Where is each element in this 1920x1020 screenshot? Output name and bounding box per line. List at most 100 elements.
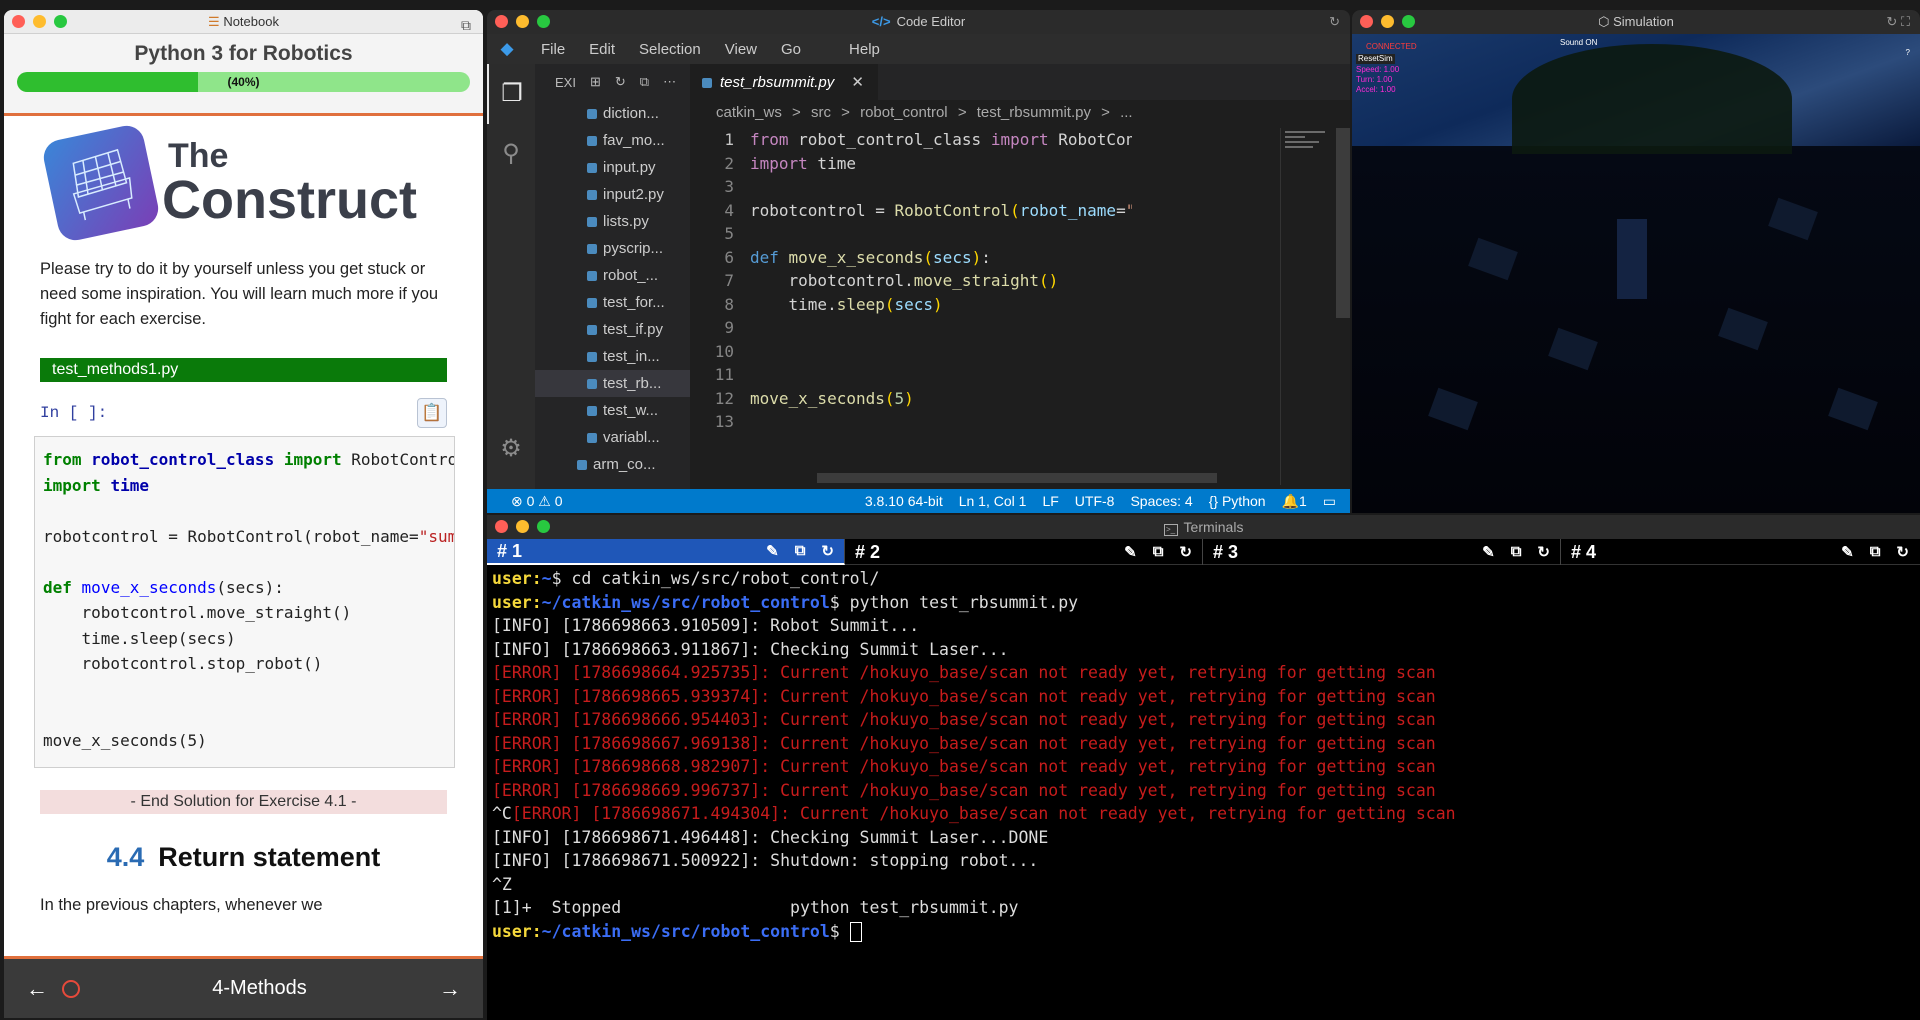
status-python-version[interactable]: 3.8.10 64-bit [865,489,943,513]
file-item[interactable]: diction... [535,100,690,127]
file-item[interactable]: robot_... [535,262,690,289]
terminal-tab-2[interactable]: # 2 ✎ ⧉ ↻ [845,539,1203,565]
code-line[interactable]: 1 from robot_control_class import RobotCo… [690,128,1132,152]
breadcrumb-item[interactable]: ... [1120,104,1133,121]
pencil-icon[interactable]: ✎ [1841,543,1854,561]
code-line[interactable]: 9 [690,316,1132,340]
close-window-button[interactable] [1360,15,1373,28]
search-icon[interactable]: ⚲ [487,124,535,184]
reload-icon[interactable]: ↻ [1329,10,1340,34]
breadcrumb-item[interactable]: test_rbsummit.py [977,104,1091,121]
status-notifications[interactable]: 🔔1 [1282,489,1307,513]
file-item-selected[interactable]: test_rb... [535,370,690,397]
file-item[interactable]: fav_mo... [535,127,690,154]
explorer-files-icon[interactable]: ❐ [487,64,535,124]
collapse-icon[interactable]: ⧉ [640,74,649,90]
reload-icon[interactable]: ↻ [1537,543,1550,561]
problems-count[interactable]: ⊗ 0 ⚠ 0 [511,489,563,513]
code-line[interactable]: 8 time.sleep(secs) [690,293,1132,317]
menu-file[interactable]: File [541,41,565,58]
file-item[interactable]: test_if.py [535,316,690,343]
popout-icon[interactable]: ⧉ [795,542,806,560]
status-eol[interactable]: LF [1042,489,1058,513]
code-line[interactable]: 5 [690,222,1132,246]
popout-icon[interactable]: ⧉ [1870,543,1881,561]
code-area[interactable]: 1 from robot_control_class import RobotCo… [690,128,1132,483]
tab-test-rbsummit[interactable]: test_rbsummit.py ✕ [690,64,878,100]
minimap[interactable] [1280,128,1336,485]
file-item[interactable]: pyscrip... [535,235,690,262]
help-button[interactable]: ? [1906,48,1910,58]
menu-view[interactable]: View [725,41,757,58]
maximize-window-button[interactable] [537,520,550,533]
previous-arrow-icon[interactable]: ← [26,976,48,1002]
vertical-scrollbar[interactable] [1336,128,1350,318]
popout-icon[interactable]: ⧉ [1511,543,1522,561]
terminal-tab-4[interactable]: # 4 ✎ ⧉ ↻ [1561,539,1919,565]
minimize-window-button[interactable] [516,520,529,533]
next-arrow-icon[interactable]: → [439,976,461,1002]
close-window-button[interactable] [12,15,25,28]
file-item[interactable]: lists.py [535,208,690,235]
pencil-icon[interactable]: ✎ [1124,543,1137,561]
gear-icon[interactable]: ⚙ [487,419,535,479]
notebook-content[interactable]: The Construct Please try to do it by you… [4,119,483,956]
solution-code-cell[interactable]: from robot_control_class import RobotCon… [34,436,455,768]
folder-item[interactable]: arm_co... [535,451,690,478]
reload-icon[interactable]: ↻ [1179,543,1192,561]
reload-icon[interactable]: ↻ ⛶ [1886,10,1910,34]
menu-edit[interactable]: Edit [589,41,615,58]
status-encoding[interactable]: UTF-8 [1075,489,1115,513]
refresh-icon[interactable]: ↻ [615,74,626,90]
close-window-button[interactable] [495,15,508,28]
status-circle-icon[interactable] [62,979,80,998]
status-cursor-position[interactable]: Ln 1, Col 1 [959,489,1027,513]
minimize-window-button[interactable] [1381,15,1394,28]
code-line[interactable]: 2 import time [690,152,1132,176]
copy-code-button[interactable]: 📋 [417,398,447,428]
terminal-tab-1[interactable]: # 1 ✎ ⧉ ↻ [487,539,845,565]
code-line[interactable]: 11 [690,363,1132,387]
terminal-output[interactable]: user:~$ cd catkin_ws/src/robot_control/u… [487,565,1920,945]
pencil-icon[interactable]: ✎ [1482,543,1495,561]
maximize-window-button[interactable] [1402,15,1415,28]
reload-icon[interactable]: ↻ [821,542,834,560]
more-icon[interactable]: ⋯ [663,74,676,90]
maximize-window-button[interactable] [54,15,67,28]
menu-selection[interactable]: Selection [639,41,701,58]
file-item[interactable]: test_w... [535,397,690,424]
file-item[interactable]: input.py [535,154,690,181]
simulation-viewport[interactable]: CONNECTED ResetSim Speed: 1.00 Turn: 1.0… [1352,34,1920,513]
external-link-icon[interactable]: ⧉ [461,13,471,37]
code-line[interactable]: 7 robotcontrol.move_straight() [690,269,1132,293]
code-line[interactable]: 4 robotcontrol = RobotControl(robot_name=… [690,199,1132,223]
file-item[interactable]: test_for... [535,289,690,316]
breadcrumb-item[interactable]: robot_control [860,104,948,121]
terminal-tab-3[interactable]: # 3 ✎ ⧉ ↻ [1203,539,1561,565]
new-file-icon[interactable]: ⊞ [590,74,601,90]
status-language[interactable]: {} Python [1209,489,1266,513]
menu-help[interactable]: Help [849,41,880,58]
code-line[interactable]: 13 [690,410,1132,434]
pencil-icon[interactable]: ✎ [766,542,779,560]
horizontal-scrollbar[interactable] [817,473,1217,483]
file-item[interactable]: test_in... [535,343,690,370]
code-line[interactable]: 3 [690,175,1132,199]
reset-sim-button[interactable]: ResetSim [1356,54,1395,64]
close-tab-icon[interactable]: ✕ [851,65,864,101]
minimize-window-button[interactable] [33,15,46,28]
reload-icon[interactable]: ↻ [1896,543,1909,561]
code-line[interactable]: 12 move_x_seconds(5) [690,387,1132,411]
popout-icon[interactable]: ⧉ [1153,543,1164,561]
file-item[interactable]: variabl... [535,424,690,451]
code-line[interactable]: 6 def move_x_seconds(secs): [690,246,1132,270]
sound-toggle[interactable]: Sound ON [1560,38,1597,48]
file-item[interactable]: input2.py [535,181,690,208]
minimize-window-button[interactable] [516,15,529,28]
status-indent[interactable]: Spaces: 4 [1130,489,1192,513]
breadcrumb-item[interactable]: catkin_ws [716,104,782,121]
code-line[interactable]: 10 [690,340,1132,364]
menu-go[interactable]: Go [781,41,801,58]
breadcrumb-item[interactable]: src [811,104,831,121]
close-window-button[interactable] [495,520,508,533]
